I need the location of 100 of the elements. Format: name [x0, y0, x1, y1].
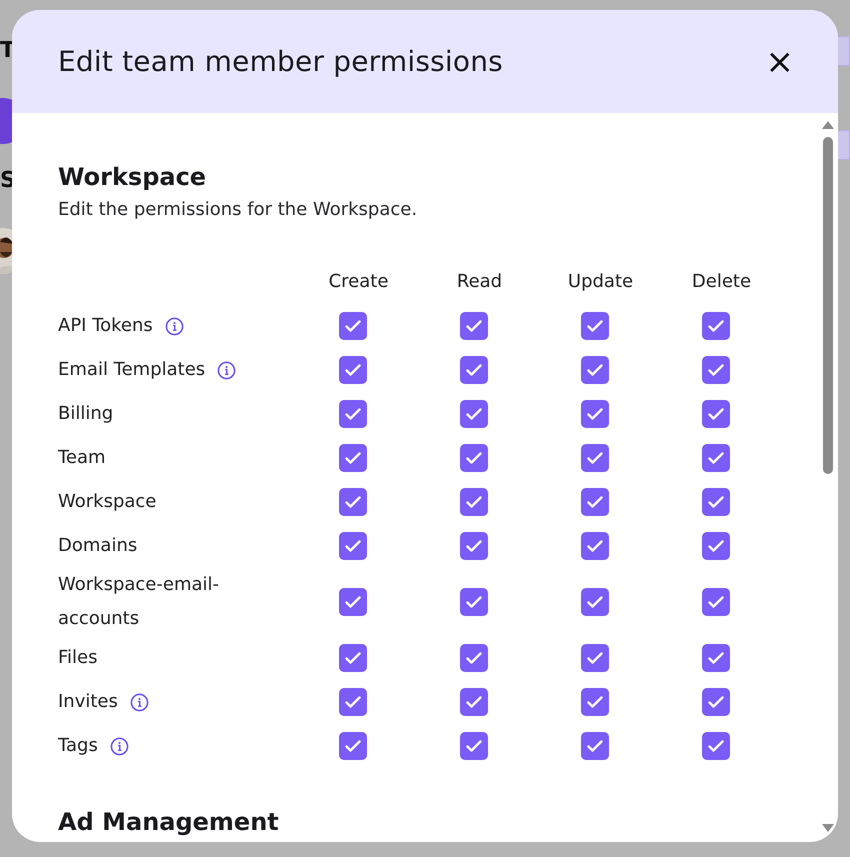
permission-checkbox[interactable] — [460, 444, 488, 472]
permission-checkbox[interactable] — [460, 688, 488, 716]
modal-title: Edit team member permissions — [58, 45, 503, 78]
check-icon — [344, 452, 360, 464]
check-icon — [586, 596, 602, 608]
check-icon — [708, 320, 724, 332]
check-icon — [344, 540, 360, 552]
permission-checkbox[interactable] — [702, 688, 730, 716]
permission-checkbox[interactable] — [580, 444, 608, 472]
permission-checkbox[interactable] — [702, 588, 730, 616]
column-header: Create — [328, 270, 388, 294]
permission-checkbox[interactable] — [338, 732, 366, 760]
permission-checkbox[interactable] — [460, 532, 488, 560]
check-icon — [708, 696, 724, 708]
check-icon — [586, 652, 602, 664]
check-icon — [344, 740, 360, 752]
check-icon — [466, 320, 482, 332]
permission-checkbox[interactable] — [580, 644, 608, 672]
scroll-down-icon[interactable] — [822, 824, 834, 832]
permission-checkbox[interactable] — [702, 444, 730, 472]
scroll-up-icon[interactable] — [822, 121, 834, 129]
permission-label: Files — [58, 646, 98, 670]
permission-checkbox[interactable] — [338, 312, 366, 340]
permission-checkbox[interactable] — [580, 312, 608, 340]
info-icon[interactable] — [164, 316, 184, 336]
permission-label: Workspace-email-accounts — [58, 573, 220, 631]
scroll-thumb[interactable] — [823, 137, 833, 474]
column-header: Read — [456, 270, 502, 294]
permission-checkbox[interactable] — [580, 356, 608, 384]
check-icon — [708, 652, 724, 664]
permission-checkbox[interactable] — [580, 732, 608, 760]
permission-label: Email Templates — [58, 358, 206, 382]
check-icon — [344, 364, 360, 376]
check-icon — [466, 496, 482, 508]
check-icon — [344, 496, 360, 508]
permission-checkbox[interactable] — [460, 400, 488, 428]
check-icon — [466, 540, 482, 552]
info-icon[interactable] — [110, 736, 129, 756]
permission-checkbox[interactable] — [338, 488, 366, 516]
permission-checkbox[interactable] — [702, 532, 730, 560]
check-icon — [708, 452, 724, 464]
info-icon[interactable] — [130, 692, 149, 712]
permission-checkbox[interactable] — [580, 488, 608, 516]
info-icon[interactable] — [217, 360, 236, 380]
column-header: Delete — [690, 270, 752, 294]
permission-label: Billing — [58, 402, 114, 426]
permission-checkbox[interactable] — [460, 312, 488, 340]
permission-checkbox[interactable] — [338, 588, 366, 616]
permission-label: Team — [58, 446, 106, 470]
check-icon — [708, 496, 724, 508]
check-icon — [466, 596, 482, 608]
check-icon — [344, 696, 360, 708]
section-description: Edit the permissions for the Workspace. — [58, 199, 418, 220]
check-icon — [344, 320, 360, 332]
permission-checkbox[interactable] — [460, 588, 488, 616]
check-icon — [466, 696, 482, 708]
check-icon — [708, 364, 724, 376]
permission-checkbox[interactable] — [460, 356, 488, 384]
check-icon — [586, 408, 602, 420]
permission-checkbox[interactable] — [702, 488, 730, 516]
column-header: Update — [566, 270, 634, 294]
permission-label: Workspace — [58, 490, 156, 514]
check-icon — [586, 540, 602, 552]
check-icon — [708, 540, 724, 552]
check-icon — [708, 408, 724, 420]
check-icon — [708, 740, 724, 752]
permission-checkbox[interactable] — [338, 444, 366, 472]
permission-checkbox[interactable] — [702, 356, 730, 384]
permission-checkbox[interactable] — [338, 532, 366, 560]
permission-checkbox[interactable] — [338, 400, 366, 428]
permission-checkbox[interactable] — [702, 732, 730, 760]
permission-checkbox[interactable] — [702, 312, 730, 340]
permission-checkbox[interactable] — [580, 400, 608, 428]
check-icon — [586, 364, 602, 376]
check-icon — [586, 452, 602, 464]
permission-checkbox[interactable] — [338, 356, 366, 384]
permission-checkbox[interactable] — [338, 644, 366, 672]
permission-label: Domains — [58, 534, 138, 558]
check-icon — [466, 652, 482, 664]
check-icon — [466, 408, 482, 420]
check-icon — [586, 740, 602, 752]
permission-checkbox[interactable] — [460, 644, 488, 672]
check-icon — [344, 596, 360, 608]
permission-checkbox[interactable] — [460, 488, 488, 516]
permission-label: Invites — [58, 690, 118, 714]
permission-checkbox[interactable] — [702, 644, 730, 672]
permission-checkbox[interactable] — [338, 688, 366, 716]
check-icon — [708, 596, 724, 608]
permission-label: Tags — [58, 734, 98, 758]
permission-checkbox[interactable] — [460, 732, 488, 760]
permission-checkbox[interactable] — [702, 400, 730, 428]
close-button[interactable]: × — [766, 46, 794, 76]
permission-checkbox[interactable] — [580, 532, 608, 560]
permission-checkbox[interactable] — [580, 588, 608, 616]
check-icon — [344, 652, 360, 664]
check-icon — [344, 408, 360, 420]
check-icon — [466, 740, 482, 752]
check-icon — [466, 364, 482, 376]
permission-checkbox[interactable] — [580, 688, 608, 716]
check-icon — [586, 696, 602, 708]
